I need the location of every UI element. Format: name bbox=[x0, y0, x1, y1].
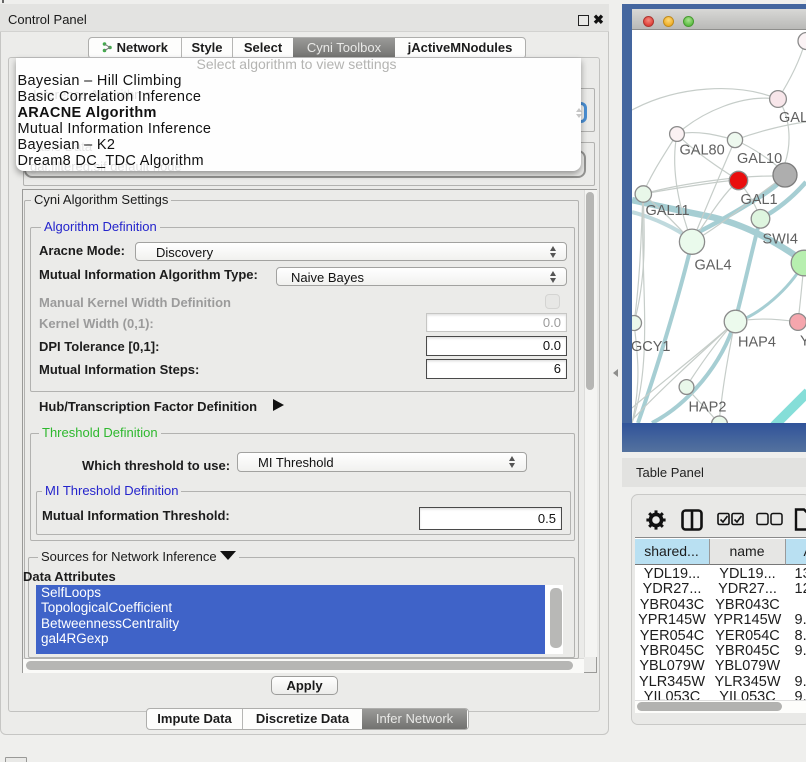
svg-text:GCY1: GCY1 bbox=[632, 339, 671, 355]
svg-text:GAL10: GAL10 bbox=[737, 151, 782, 167]
svg-text:HAP2: HAP2 bbox=[689, 400, 727, 416]
svg-text:GAL4: GAL4 bbox=[695, 258, 732, 274]
svg-text:GAL11: GAL11 bbox=[646, 203, 690, 219]
svg-text:Y: Y bbox=[800, 334, 806, 350]
svg-text:GAL80: GAL80 bbox=[680, 143, 725, 159]
svg-text:HAP4: HAP4 bbox=[738, 335, 776, 351]
svg-text:GAL1: GAL1 bbox=[741, 192, 778, 208]
svg-text:GAL2: GAL2 bbox=[779, 110, 806, 126]
svg-text:SWI4: SWI4 bbox=[763, 232, 798, 248]
